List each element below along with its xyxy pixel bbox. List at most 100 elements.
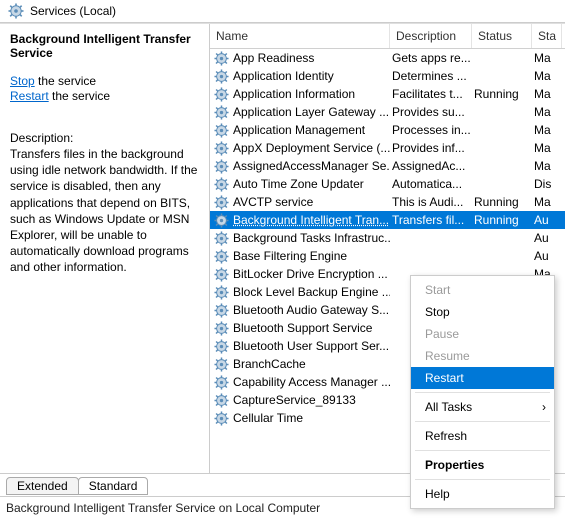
service-desc: Automatica... (390, 177, 472, 191)
service-gear-icon (214, 123, 229, 138)
service-row[interactable]: Application Layer Gateway ...Provides su… (210, 103, 565, 121)
submenu-arrow-icon: › (542, 400, 546, 414)
service-startup: Au (532, 231, 562, 245)
service-row[interactable]: Base Filtering Engine Au (210, 247, 565, 265)
pane-header: Services (Local) (0, 0, 565, 23)
ctx-stop[interactable]: Stop (411, 301, 554, 323)
description-header: Description: (10, 131, 199, 145)
service-row[interactable]: AssignedAccessManager Se...AssignedAc...… (210, 157, 565, 175)
service-startup: Ma (532, 195, 562, 209)
ctx-resume: Resume (411, 345, 554, 367)
service-gear-icon (214, 141, 229, 156)
service-startup: Ma (532, 123, 562, 137)
service-gear-icon (214, 303, 229, 318)
service-row[interactable]: AppX Deployment Service (...Provides inf… (210, 139, 565, 157)
tab-extended[interactable]: Extended (6, 477, 79, 495)
service-desc: Processes in... (390, 123, 472, 137)
service-desc: Provides inf... (390, 141, 472, 155)
service-gear-icon (214, 159, 229, 174)
service-gear-icon (214, 267, 229, 282)
details-pane: Background Intelligent Transfer Service … (0, 24, 210, 473)
service-startup: Ma (532, 159, 562, 173)
ctx-sep-1 (415, 392, 550, 393)
service-row[interactable]: Auto Time Zone Updater Automatica... Dis (210, 175, 565, 193)
service-name: BitLocker Drive Encryption ... (233, 267, 388, 281)
description-body: Transfers files in the background using … (10, 146, 199, 276)
service-desc: Transfers fil... (390, 213, 472, 227)
ctx-properties[interactable]: Properties (411, 454, 554, 476)
service-status: Running (472, 87, 532, 101)
col-status[interactable]: Status (472, 24, 532, 48)
pane-title: Services (Local) (30, 4, 116, 18)
col-description[interactable]: Description (390, 24, 472, 48)
ctx-restart[interactable]: Restart (411, 367, 554, 389)
service-name: Base Filtering Engine (233, 249, 347, 263)
service-gear-icon (214, 231, 229, 246)
service-name: Application Information (233, 87, 355, 101)
service-name: Bluetooth User Support Ser... (233, 339, 389, 353)
service-gear-icon (214, 249, 229, 264)
service-row[interactable]: Application Information Facilitates t...R… (210, 85, 565, 103)
service-startup: Au (532, 213, 562, 227)
ctx-sep-4 (415, 479, 550, 480)
stop-action-line: Stop the service (10, 74, 199, 88)
service-startup: Ma (532, 87, 562, 101)
service-gear-icon (214, 51, 229, 66)
service-gear-icon (214, 321, 229, 336)
service-startup: Ma (532, 51, 562, 65)
service-row[interactable]: Application Identity Determines ... Ma (210, 67, 565, 85)
service-name: Cellular Time (233, 411, 303, 425)
service-startup: Ma (532, 141, 562, 155)
service-row[interactable]: Background Tasks Infrastruc... Au (210, 229, 565, 247)
service-gear-icon (214, 339, 229, 354)
restart-link[interactable]: Restart (10, 89, 49, 103)
service-name: CaptureService_89133 (233, 393, 356, 407)
service-startup: Ma (532, 105, 562, 119)
tab-standard[interactable]: Standard (78, 477, 149, 495)
services-icon (8, 3, 24, 19)
service-desc: Facilitates t... (390, 87, 472, 101)
service-name: Bluetooth Support Service (233, 321, 372, 335)
service-gear-icon (214, 213, 229, 228)
service-status: Running (472, 195, 532, 209)
service-name: AppX Deployment Service (... (233, 141, 390, 155)
service-startup: Au (532, 249, 562, 263)
service-desc: AssignedAc... (390, 159, 472, 173)
service-row[interactable]: App Readiness Gets apps re... Ma (210, 49, 565, 67)
ctx-refresh[interactable]: Refresh (411, 425, 554, 447)
service-gear-icon (214, 87, 229, 102)
column-headers[interactable]: Name Description Status Sta (210, 24, 565, 49)
col-startup[interactable]: Sta (532, 24, 562, 48)
ctx-sep-3 (415, 450, 550, 451)
service-startup: Dis (532, 177, 562, 191)
ctx-all-tasks[interactable]: All Tasks› (411, 396, 554, 418)
service-name: Auto Time Zone Updater (233, 177, 364, 191)
service-gear-icon (214, 375, 229, 390)
service-row[interactable]: Background Intelligent Tran...Transfers … (210, 211, 565, 229)
context-menu: Start Stop Pause Resume Restart All Task… (410, 275, 555, 509)
service-gear-icon (214, 357, 229, 372)
service-name: Background Intelligent Tran... (233, 213, 389, 227)
ctx-pause: Pause (411, 323, 554, 345)
service-name: Application Layer Gateway ... (233, 105, 389, 119)
service-name: AssignedAccessManager Se... (233, 159, 390, 173)
service-row[interactable]: Application Management Processes in... Ma (210, 121, 565, 139)
service-name: Background Tasks Infrastruc... (233, 231, 390, 245)
service-name: AVCTP service (233, 195, 313, 209)
service-name: App Readiness (233, 51, 314, 65)
service-gear-icon (214, 285, 229, 300)
service-name: Capability Access Manager ... (233, 375, 390, 389)
ctx-help[interactable]: Help (411, 483, 554, 505)
col-name[interactable]: Name (210, 24, 390, 48)
service-gear-icon (214, 105, 229, 120)
service-desc: Gets apps re... (390, 51, 472, 65)
service-name: Application Identity (233, 69, 334, 83)
stop-link[interactable]: Stop (10, 74, 35, 88)
selected-service-name: Background Intelligent Transfer Service (10, 32, 199, 60)
service-startup: Ma (532, 69, 562, 83)
service-desc: Determines ... (390, 69, 472, 83)
ctx-start: Start (411, 279, 554, 301)
service-name: Application Management (233, 123, 365, 137)
service-row[interactable]: AVCTP serviceThis is Audi...RunningMa (210, 193, 565, 211)
service-gear-icon (214, 411, 229, 426)
